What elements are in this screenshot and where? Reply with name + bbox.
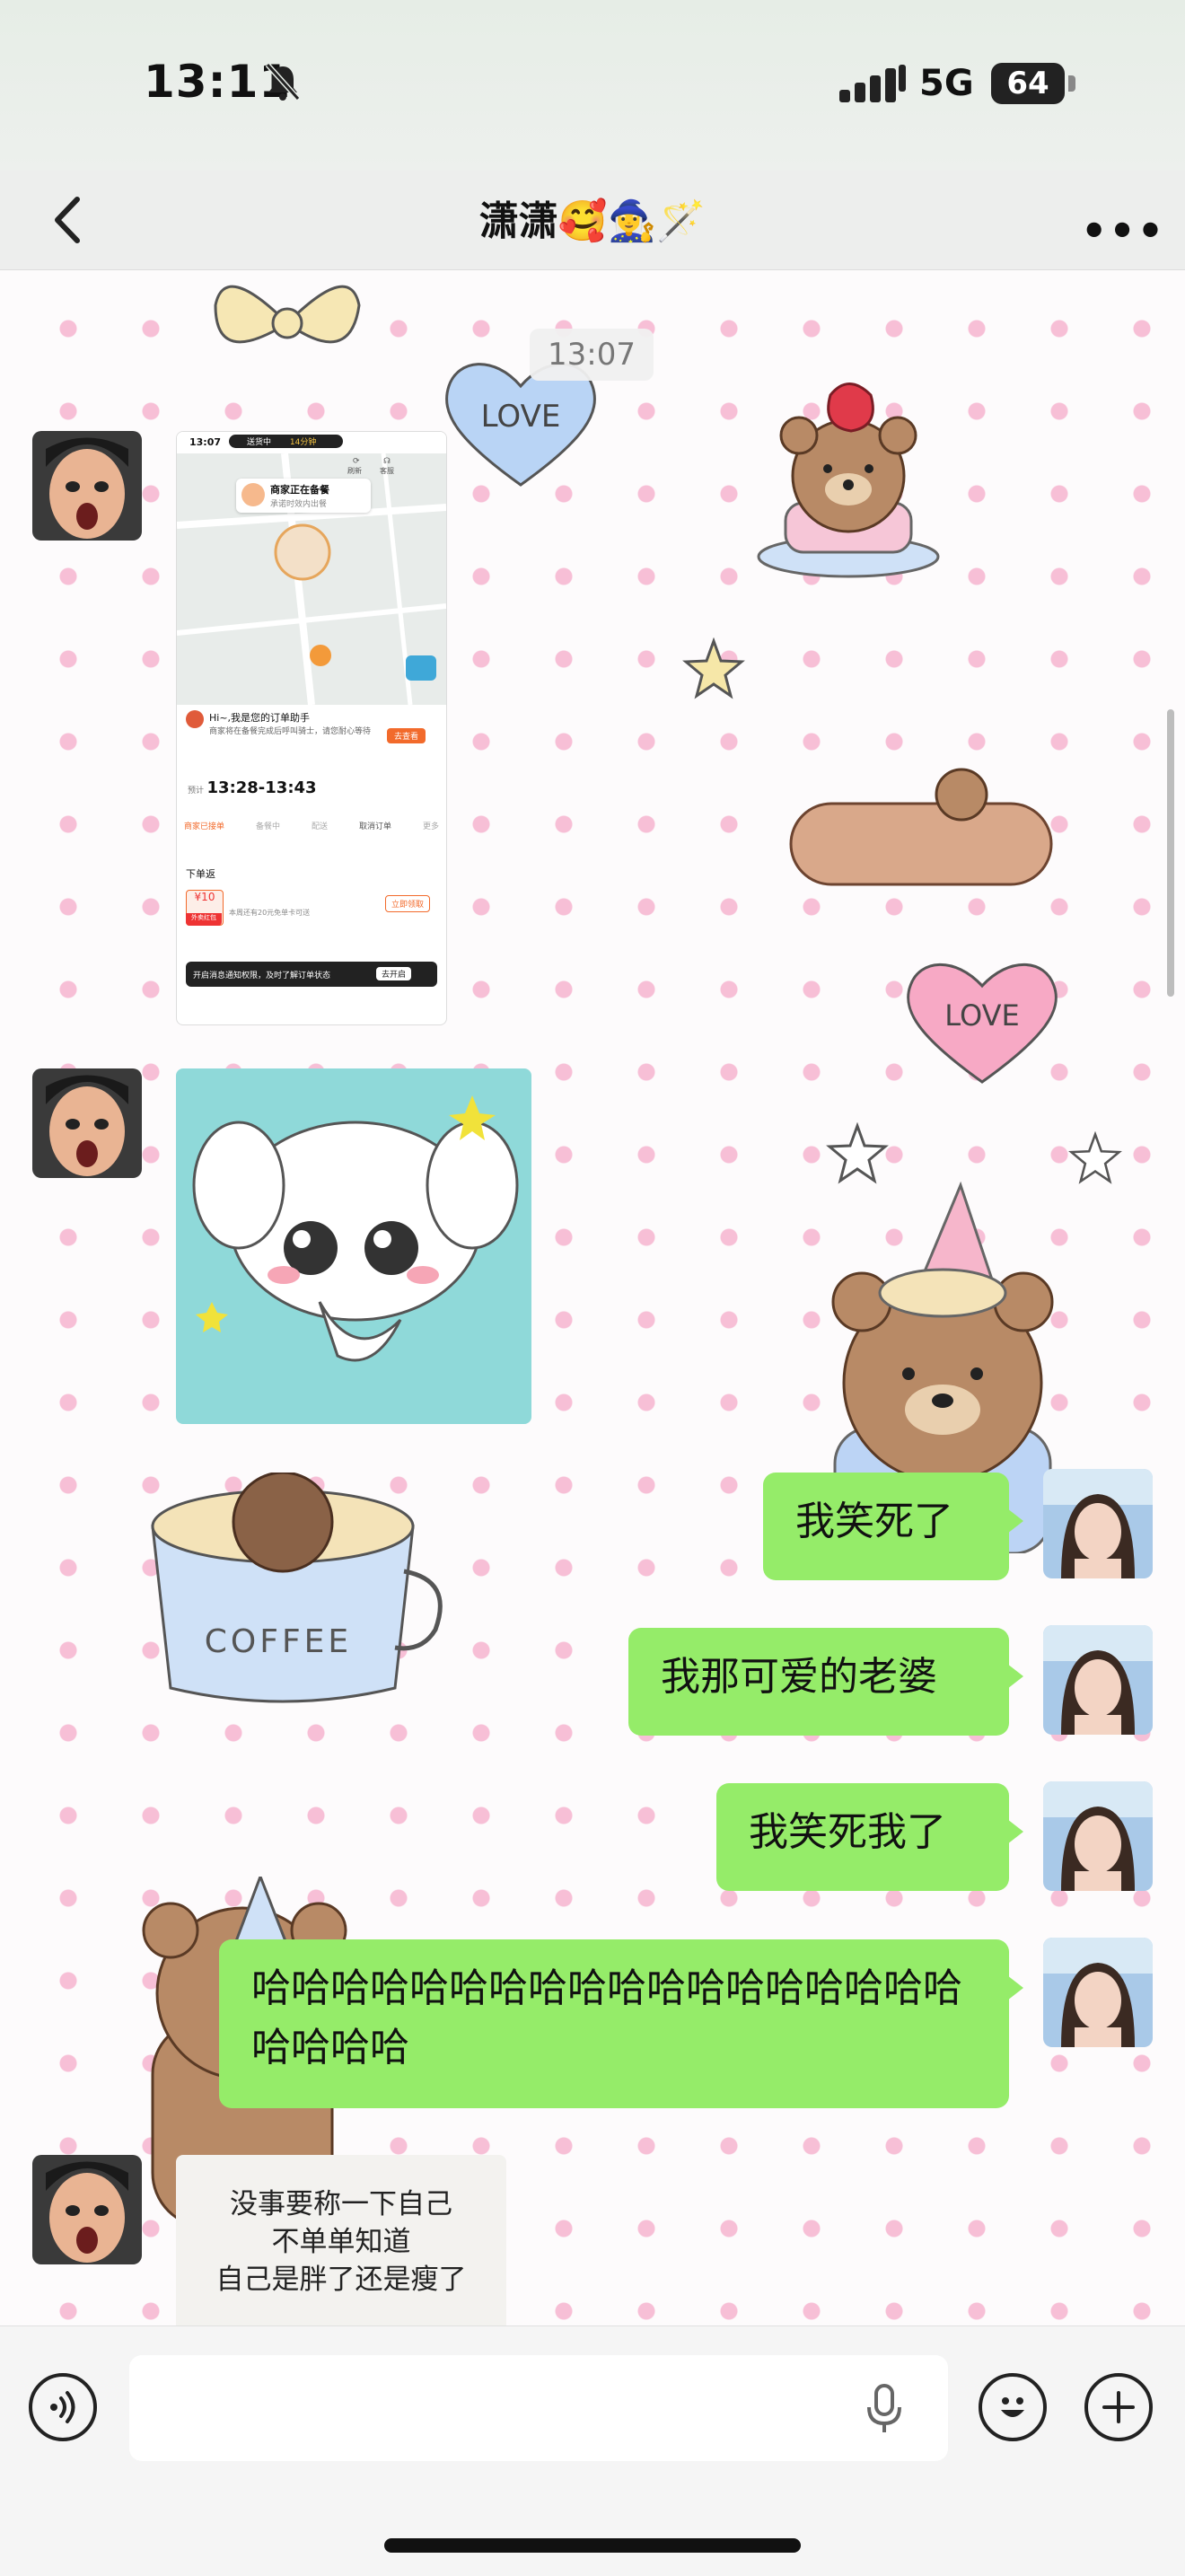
voice-wave-icon (50, 2391, 75, 2423)
bow-decoration (214, 285, 361, 344)
screenshot-coupon-tag: 外卖红包 (186, 913, 222, 926)
merchant-logo-icon (241, 483, 265, 506)
screenshot-claim-button: 立即领取 (385, 895, 431, 912)
screenshot-notify-toast: 开启消息通知权限，及时了解订单状态 去开启 (186, 962, 437, 987)
chat-title: 潇潇🥰🧙‍♀️🪄 (478, 198, 707, 244)
screenshot-status-bar: 13:07 送货中 14分钟 (177, 432, 446, 453)
battery-indicator: 64 (991, 63, 1065, 104)
screenshot-dynamic-island: 送货中 14分钟 (229, 435, 344, 448)
coffee-cup-decoration: COFFEE (151, 1473, 443, 1703)
screenshot-step: 配送 (311, 822, 328, 831)
sticker-line: 没事要称一下自己 (230, 2188, 452, 2220)
user-avatar[interactable] (1043, 1938, 1153, 2047)
screenshot-step: 取消订单 (358, 822, 391, 831)
screenshot-refresh-label: 刷新 (347, 467, 362, 475)
smiley-icon (1001, 2397, 1024, 2417)
assistant-avatar-icon (186, 710, 204, 728)
sticker-line: 不单单知道 (271, 2226, 411, 2258)
screenshot-steps: 商家已接单 备餐中 配送 取消订单 更多 (184, 820, 439, 841)
input-bar (0, 2325, 1185, 2576)
battery-nub (1068, 75, 1075, 92)
puppy-sticker-image[interactable] (176, 1068, 531, 1424)
user-avatar[interactable] (1043, 1781, 1153, 1891)
screenshot-service-label: 客服 (380, 467, 394, 475)
screenshot-delivery-status: 送货中 (247, 438, 272, 447)
signal-icon (839, 65, 906, 102)
screenshot-notify-text: 开启消息通知权限，及时了解订单状态 (193, 971, 331, 980)
screenshot-section-label: 下单返 (186, 868, 215, 880)
screenshot-assistant-card: Hi~,我是您的订单助手 商家将在备餐完成后呼叫骑士，请您耐心等待 去查看 (182, 707, 441, 760)
screenshot-coupon-text: 本周还有20元免单卡可送 (229, 909, 311, 917)
screenshot-step: 更多 (422, 822, 439, 831)
text-sticker-image[interactable]: 没事要称一下自己 不单单知道 自己是胖了还是瘦了 (176, 2155, 506, 2325)
message-bubble[interactable]: 我笑死我了 (716, 1783, 1023, 1891)
screenshot-merchant-sub: 承诺时效内出餐 (270, 500, 328, 509)
network-type: 5G (919, 63, 974, 104)
home-indicator[interactable] (384, 2538, 801, 2553)
contact-avatar[interactable] (32, 431, 142, 541)
bread-decoration (789, 768, 1053, 886)
screenshot-assistant-text: 商家将在备餐完成后呼叫骑士，请您耐心等待 (209, 727, 372, 736)
screenshot-step: 备餐中 (255, 822, 280, 831)
plus-icon (1102, 2391, 1135, 2423)
screenshot-step: 商家已接单 (184, 822, 225, 831)
screenshot-time: 13:07 (189, 436, 222, 448)
puppy-sticker-art (192, 1095, 519, 1362)
screenshot-eta-label: 预计 (188, 787, 205, 796)
sticker-line: 自己是胖了还是瘦了 (215, 2264, 467, 2296)
contact-avatar[interactable] (32, 2155, 142, 2264)
screenshot-notify-button: 去开启 (376, 967, 412, 980)
refresh-icon: ⟳ (353, 457, 360, 466)
bear-cake-decoration (757, 382, 940, 578)
star-decoration (826, 1122, 889, 1184)
screenshot-eta-time: 13:28-13:43 (206, 778, 317, 797)
screenshot-status-badge: 14分钟 (289, 438, 317, 447)
message-timestamp: 13:07 (530, 329, 654, 381)
scrollbar[interactable] (1167, 709, 1174, 997)
chat-header: 潇潇🥰🧙‍♀️🪄 ••• (0, 171, 1185, 270)
screenshot-assistant-title: Hi~,我是您的订单助手 (209, 712, 311, 724)
add-more-button[interactable] (1084, 2373, 1153, 2441)
star-decoration (1068, 1131, 1122, 1184)
more-options-icon[interactable]: ••• (1081, 207, 1165, 255)
message-bubble[interactable]: 哈哈哈哈哈哈哈哈哈哈哈哈哈哈哈哈哈哈哈哈哈哈 (219, 1939, 1023, 2108)
screenshot-map: 商家正在备餐 承诺时效内出餐 ⟳ 刷新 ☊ 客服 (177, 453, 446, 706)
headset-icon: ☊ (383, 457, 391, 466)
sticker-caption: 没事要称一下自己 不单单知道 自己是胖了还是瘦了 (176, 2185, 506, 2299)
order-screenshot-image[interactable]: 13:07 送货中 14分钟 商家正在备餐 承诺时效内出餐 ⟳ 刷新 ☊ 客服 … (176, 431, 447, 1025)
screenshot-eta: 预计 13:28-13:43 (188, 778, 317, 797)
svg-text:COFFEE: COFFEE (205, 1623, 352, 1660)
screenshot-coupon-card: ¥10 外卖红包 本周还有20元免单卡可送 立即领取 (182, 886, 441, 928)
silent-bell-icon (265, 62, 301, 101)
message-bubble[interactable]: 我笑死了 (763, 1473, 1023, 1580)
screenshot-view-button: 去查看 (387, 728, 426, 743)
user-avatar[interactable] (1043, 1625, 1153, 1735)
voice-input-button[interactable] (29, 2373, 97, 2441)
svg-text:LOVE: LOVE (481, 399, 561, 435)
screenshot-merchant-status: 商家正在备餐 (270, 484, 329, 496)
message-bubble[interactable]: 我那可爱的老婆 (628, 1628, 1023, 1736)
status-bar: 13:11 5G 64 (0, 0, 1185, 171)
emoji-button[interactable] (979, 2373, 1047, 2441)
star-decoration (682, 637, 745, 699)
screenshot-merchant-card: 商家正在备餐 承诺时效内出餐 (236, 479, 371, 513)
contact-avatar[interactable] (32, 1068, 142, 1178)
svg-text:LOVE: LOVE (944, 998, 1019, 1033)
message-input[interactable] (129, 2355, 948, 2461)
user-avatar[interactable] (1043, 1469, 1153, 1578)
love-heart-decoration: LOVE (907, 963, 1058, 1084)
microphone-icon[interactable] (862, 2382, 907, 2436)
